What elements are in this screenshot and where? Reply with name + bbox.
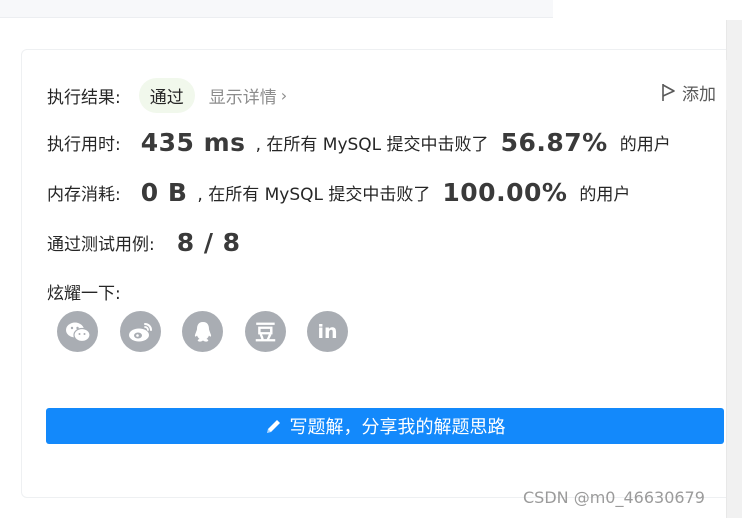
add-note-label: 添加 bbox=[682, 85, 716, 105]
watermark: CSDN @m0_46630679 bbox=[523, 488, 705, 507]
scrollbar-track bbox=[726, 60, 742, 110]
qq-share-button[interactable] bbox=[182, 311, 223, 352]
wechat-icon bbox=[65, 322, 91, 342]
top-panel-edge bbox=[0, 0, 553, 18]
write-solution-button[interactable]: 写题解，分享我的解题思路 bbox=[46, 408, 724, 444]
runtime-row: 执行用时: 435 ms , 在所有 MySQL 提交中击败了 56.87% 的… bbox=[47, 128, 671, 157]
linkedin-icon: in bbox=[317, 320, 338, 343]
memory-label: 内存消耗: bbox=[47, 185, 121, 205]
flag-icon bbox=[662, 84, 675, 101]
tests-value: 8 / 8 bbox=[176, 228, 241, 257]
runtime-suffix: 的用户 bbox=[619, 135, 671, 155]
runtime-percent: 56.87% bbox=[500, 128, 608, 157]
pencil-icon bbox=[266, 419, 280, 433]
weibo-icon bbox=[128, 322, 152, 341]
memory-value: 0 B bbox=[140, 178, 188, 207]
result-row: 执行结果: 通过 显示详情 › bbox=[47, 78, 287, 113]
douban-icon: 豆 bbox=[255, 320, 276, 345]
memory-suffix: 的用户 bbox=[579, 185, 631, 205]
share-row: 炫耀一下: bbox=[47, 279, 121, 304]
weibo-share-button[interactable] bbox=[120, 311, 161, 352]
show-details-link[interactable]: 显示详情 bbox=[209, 83, 277, 108]
memory-percent: 100.00% bbox=[442, 178, 568, 207]
runtime-label: 执行用时: bbox=[47, 135, 121, 155]
status-badge: 通过 bbox=[138, 78, 195, 113]
linkedin-share-button[interactable]: in bbox=[307, 311, 348, 352]
tests-row: 通过测试用例: 8 / 8 bbox=[47, 228, 241, 257]
share-label: 炫耀一下: bbox=[47, 284, 121, 304]
douban-share-button[interactable]: 豆 bbox=[245, 311, 286, 352]
runtime-compare-text: , 在所有 MySQL 提交中击败了 bbox=[255, 135, 489, 155]
memory-row: 内存消耗: 0 B , 在所有 MySQL 提交中击败了 100.00% 的用户 bbox=[47, 178, 630, 207]
result-label: 执行结果: bbox=[47, 88, 121, 108]
wechat-share-button[interactable] bbox=[57, 311, 98, 352]
add-note-button[interactable]: 添加 bbox=[660, 80, 716, 105]
write-solution-label: 写题解，分享我的解题思路 bbox=[289, 417, 506, 438]
tests-label: 通过测试用例: bbox=[47, 235, 155, 255]
qq-icon bbox=[194, 321, 211, 342]
chevron-right-icon: › bbox=[280, 86, 288, 105]
runtime-value: 435 ms bbox=[140, 128, 246, 157]
memory-compare-text: , 在所有 MySQL 提交中击败了 bbox=[197, 185, 431, 205]
